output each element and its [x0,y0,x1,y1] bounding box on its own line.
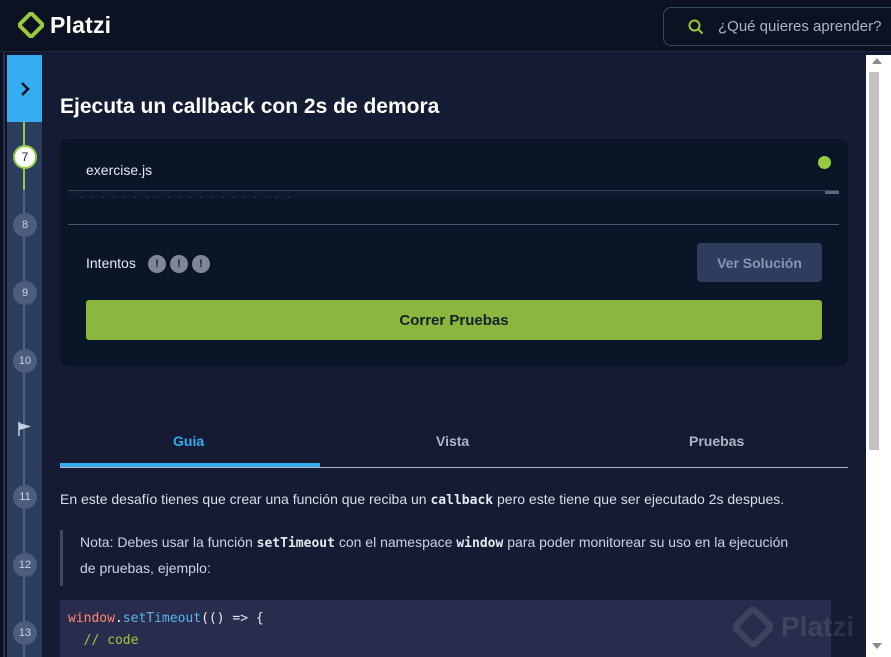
scroll-down-arrow-icon[interactable] [872,643,882,649]
code-comment: // code [83,633,139,648]
attempt-indicator: ! [148,255,166,273]
guide-text: En este desafío tienes que crear una fun… [60,491,427,507]
note-text: de pruebas, ejemplo: [80,560,211,576]
view-solution-button[interactable]: Ver Solución [697,243,822,282]
sidebar-toggle-button[interactable] [7,55,42,122]
code-token: setTimeout [122,611,202,626]
status-indicator [818,156,831,169]
flag-icon [18,422,31,436]
scroll-up-arrow-icon[interactable] [872,58,882,64]
step-12[interactable]: 12 [13,553,37,577]
step-9[interactable]: 9 [13,281,37,305]
top-bar: Platzi ¿Qué quieres aprender? [0,0,891,52]
guide-text: pero este tiene que ser ejecutado 2s des… [497,491,785,507]
inline-code: setTimeout [256,536,335,551]
file-name: exercise.js [86,162,153,178]
platzi-logo[interactable]: Platzi [18,10,111,40]
main-content: Ejecuta un callback con 2s de demora exe… [42,55,866,657]
note-blockquote: Nota: Debes usar la función setTimeout c… [60,530,840,586]
inline-code: callback [430,493,494,508]
code-token: . [114,611,123,626]
window-edge-line [3,52,5,657]
attempt-indicator: ! [170,255,188,273]
code-preview: · · · · · · · · · · · · · · · · · · · · [80,193,293,198]
code-token: window [68,611,115,626]
scrollbar-thumb[interactable] [869,72,879,450]
attempts-label: Intentos [86,255,136,271]
search-input[interactable]: ¿Qué quieres aprender? [663,7,891,46]
watermark-text: Platzi [781,611,855,642]
chevron-right-icon [20,81,30,96]
tab-guia[interactable]: Guia [173,433,204,449]
step-10[interactable]: 10 [13,349,37,373]
editor-scrollbar[interactable] [825,191,839,194]
page-title: Ejecuta un callback con 2s de demora [60,95,440,118]
step-7[interactable]: 7 [13,145,37,169]
divider [68,224,839,225]
code-token: (() => { [201,611,264,626]
note-text: con el namespace [338,534,453,550]
inline-code: window [456,536,504,551]
step-13[interactable]: 13 [13,621,37,645]
search-placeholder: ¿Qué quieres aprender? [718,18,882,35]
step-11[interactable]: 11 [13,485,37,509]
platzi-watermark: Platzi [733,603,873,651]
tab-pruebas[interactable]: Pruebas [689,433,744,449]
active-tab-indicator [60,463,320,467]
platzi-logo-icon [733,607,773,647]
code-example: window.setTimeout(() => { // code [60,600,831,657]
note-text: para poder monitorear su uso en la ejecu… [507,534,789,550]
run-tests-button[interactable]: Correr Pruebas [86,300,822,340]
step-8[interactable]: 8 [13,213,37,237]
note-text: Nota: Debes usar la función [80,534,253,550]
tab-vista[interactable]: Vista [436,433,469,449]
code-editor-panel: exercise.js · · · · · · · · · · · · · · … [60,139,848,366]
guide-intro: En este desafío tienes que crear una fun… [60,489,840,511]
code-editor[interactable]: · · · · · · · · · · · · · · · · · · · · [68,190,839,198]
search-icon [688,19,704,34]
tab-bar: Guia Vista Pruebas [60,421,848,468]
brand-name: Platzi [50,11,112,38]
attempt-indicator: ! [192,255,210,273]
platzi-logo-icon [18,12,44,38]
